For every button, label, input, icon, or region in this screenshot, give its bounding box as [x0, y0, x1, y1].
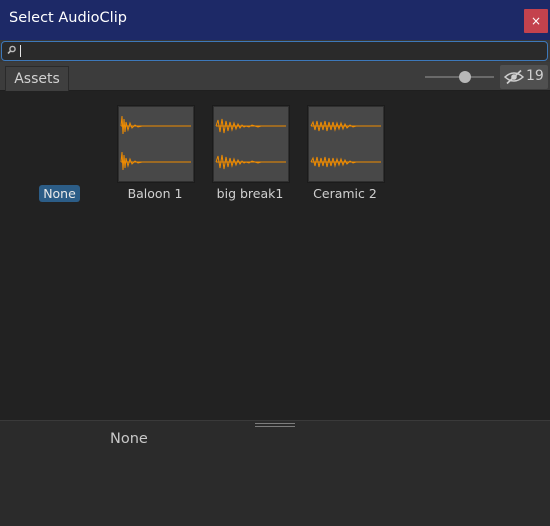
audio-waveform-icon[interactable]: [212, 105, 290, 183]
audio-waveform-icon[interactable]: [307, 105, 385, 183]
splitter-grip-icon[interactable]: [255, 423, 295, 424]
asset-label-baloon-1[interactable]: Baloon 1: [105, 186, 205, 201]
asset-label-big-break1[interactable]: big break1: [200, 186, 300, 201]
preview-label: None: [110, 431, 148, 447]
splitter[interactable]: [0, 420, 550, 421]
tab-assets[interactable]: Assets: [5, 66, 69, 91]
asset-item-none[interactable]: None: [39, 185, 80, 202]
text-caret: [20, 45, 21, 57]
splitter-grip-icon[interactable]: [255, 426, 295, 427]
close-button[interactable]: ×: [524, 9, 548, 33]
search-icon: [7, 45, 16, 55]
zoom-slider-thumb[interactable]: [459, 71, 471, 83]
window-title: Select AudioClip: [9, 10, 127, 26]
search-input[interactable]: [1, 41, 548, 61]
eye-slash-icon: [504, 69, 524, 85]
hidden-packages-toggle[interactable]: 19: [500, 65, 548, 89]
audio-waveform-icon[interactable]: [117, 105, 195, 183]
hidden-count: 19: [526, 68, 544, 84]
asset-label-ceramic-2[interactable]: Ceramic 2: [295, 186, 395, 201]
preview-panel: [0, 421, 550, 526]
